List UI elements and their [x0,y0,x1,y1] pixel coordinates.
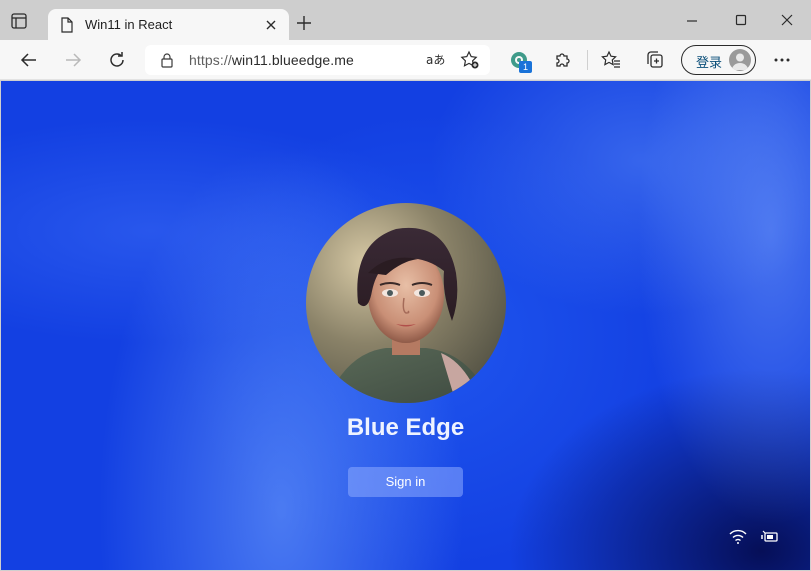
url-scheme: https:// [189,52,232,68]
close-tab-icon[interactable] [263,17,279,33]
profile-avatar [729,49,751,71]
tab-strip: Win11 in React [0,0,811,40]
wifi-icon[interactable] [729,529,747,545]
user-name: Blue Edge [346,414,465,441]
url-host: win11.blueedge.me [231,52,354,68]
battery-icon[interactable] [761,529,779,545]
minimize-button[interactable] [684,12,700,28]
favorites-icon[interactable] [601,50,621,70]
more-icon[interactable] [772,50,792,70]
add-favorite-icon[interactable] [460,50,480,75]
maximize-button[interactable] [733,12,749,28]
svg-text:aあ: aあ [426,53,445,67]
read-aloud-icon[interactable]: aあ [425,51,445,74]
forward-arrow-icon[interactable] [63,50,83,70]
refresh-icon[interactable] [107,50,127,70]
puzzle-icon[interactable] [553,50,573,70]
close-window-button[interactable] [779,12,795,28]
tab-actions-icon[interactable] [10,12,28,30]
url-text[interactable]: https://win11.blueedge.me [189,52,354,68]
toolbar-separator [587,50,588,70]
back-arrow-icon[interactable] [19,50,39,70]
collections-icon[interactable] [645,50,665,70]
signin-label: 登录 [696,55,723,70]
lock-screen[interactable]: Blue Edge Sign in [1,81,810,570]
address-bar[interactable]: https://win11.blueedge.me aあ [145,45,490,75]
browser-tab-active[interactable]: Win11 in React [48,9,289,40]
browser-toolbar: https://win11.blueedge.me aあ 1 登录 [0,40,811,80]
sign-in-button[interactable]: Sign in [348,467,463,497]
extension-badge: 1 [519,61,532,73]
new-tab-button[interactable] [296,15,312,31]
profile-signin-button[interactable]: 登录 [681,45,756,75]
tab-title: Win11 in React [85,17,173,32]
lock-icon[interactable] [160,52,174,73]
user-avatar [306,203,506,403]
page-icon [60,17,74,38]
